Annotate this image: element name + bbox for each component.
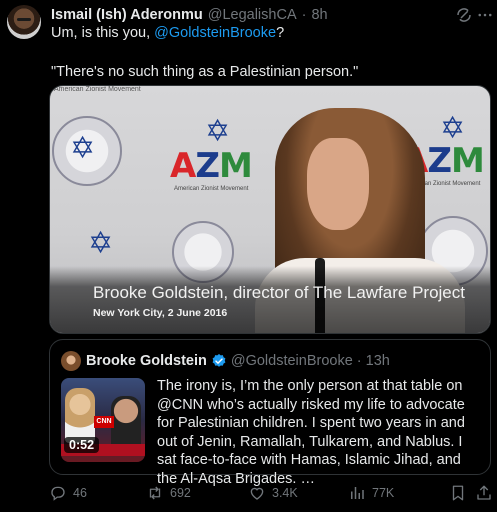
star-icon: ✡ xyxy=(88,227,114,260)
quoted-author-name[interactable]: Brooke Goldstein xyxy=(86,353,207,369)
verified-badge-icon xyxy=(212,354,226,367)
tweet-time[interactable]: 8h xyxy=(311,7,327,23)
repost-icon xyxy=(149,486,161,500)
like-button[interactable]: 3.4K xyxy=(248,482,298,504)
reply-count: 46 xyxy=(73,486,87,500)
separator-dot: · xyxy=(301,7,307,23)
views-count: 77K xyxy=(372,486,395,500)
azm-logo-sub: American Zionist Movement xyxy=(174,186,249,192)
video-caption-title: Brooke Goldstein, director of The Lawfar… xyxy=(93,283,465,302)
tweet-quote-text: "There's no such thing as a Palestinian … xyxy=(51,64,359,80)
heart-icon xyxy=(250,487,264,500)
star-icon: ✡ xyxy=(70,132,96,165)
video-duration-badge: 0:52 xyxy=(64,437,100,453)
repost-button[interactable]: 692 xyxy=(146,482,191,504)
tweet-text: Um, is this you, @GoldsteinBrooke? xyxy=(51,24,284,43)
tweet-header: Ismail (Ish) Aderonmu @LegalishCA · 8h xyxy=(51,6,328,24)
quoted-author-avatar[interactable] xyxy=(61,351,81,371)
quoted-author-handle[interactable]: @GoldsteinBrooke xyxy=(231,353,353,369)
more-icon[interactable] xyxy=(476,6,494,24)
reply-button[interactable]: 46 xyxy=(49,482,87,504)
video-caption-subtitle: New York City, 2 June 2016 xyxy=(93,307,228,319)
tweet-text-suffix: ? xyxy=(276,25,285,41)
quoted-tweet-text: The irony is, I’m the only person at tha… xyxy=(157,378,465,487)
author-handle[interactable]: @LegalishCA xyxy=(208,7,297,23)
reply-icon xyxy=(51,486,65,501)
views-icon xyxy=(351,487,364,499)
star-icon: ✡ xyxy=(205,115,231,148)
cnn-logo: CNN xyxy=(94,416,114,428)
quoted-tweet-time[interactable]: 13h xyxy=(366,353,390,369)
views-button[interactable]: 77K xyxy=(348,482,394,504)
action-bar: 46 692 3.4K 77K xyxy=(45,482,495,506)
bookmark-icon[interactable] xyxy=(449,482,467,504)
tweet-text-prefix: Um, is this you, xyxy=(51,25,155,41)
mention-link[interactable]: @GoldsteinBrooke xyxy=(154,25,276,41)
like-count: 3.4K xyxy=(272,486,298,500)
quoted-tweet-header: Brooke Goldstein @GoldsteinBrooke · 13h xyxy=(86,352,390,370)
tweet-video[interactable]: American Zionist Movement ✡ ✡ AZM Americ… xyxy=(49,85,491,334)
quoted-tweet[interactable]: Brooke Goldstein @GoldsteinBrooke · 13h … xyxy=(49,339,491,487)
backdrop-small-text: American Zionist Movement xyxy=(54,86,141,93)
repost-count: 692 xyxy=(170,486,191,500)
separator-dot: · xyxy=(356,353,362,369)
author-name[interactable]: Ismail (Ish) Aderonmu xyxy=(51,7,203,23)
share-icon[interactable] xyxy=(475,482,493,504)
grok-icon[interactable] xyxy=(455,6,473,24)
azm-logo: AZM xyxy=(170,146,253,186)
author-avatar[interactable] xyxy=(7,5,41,39)
